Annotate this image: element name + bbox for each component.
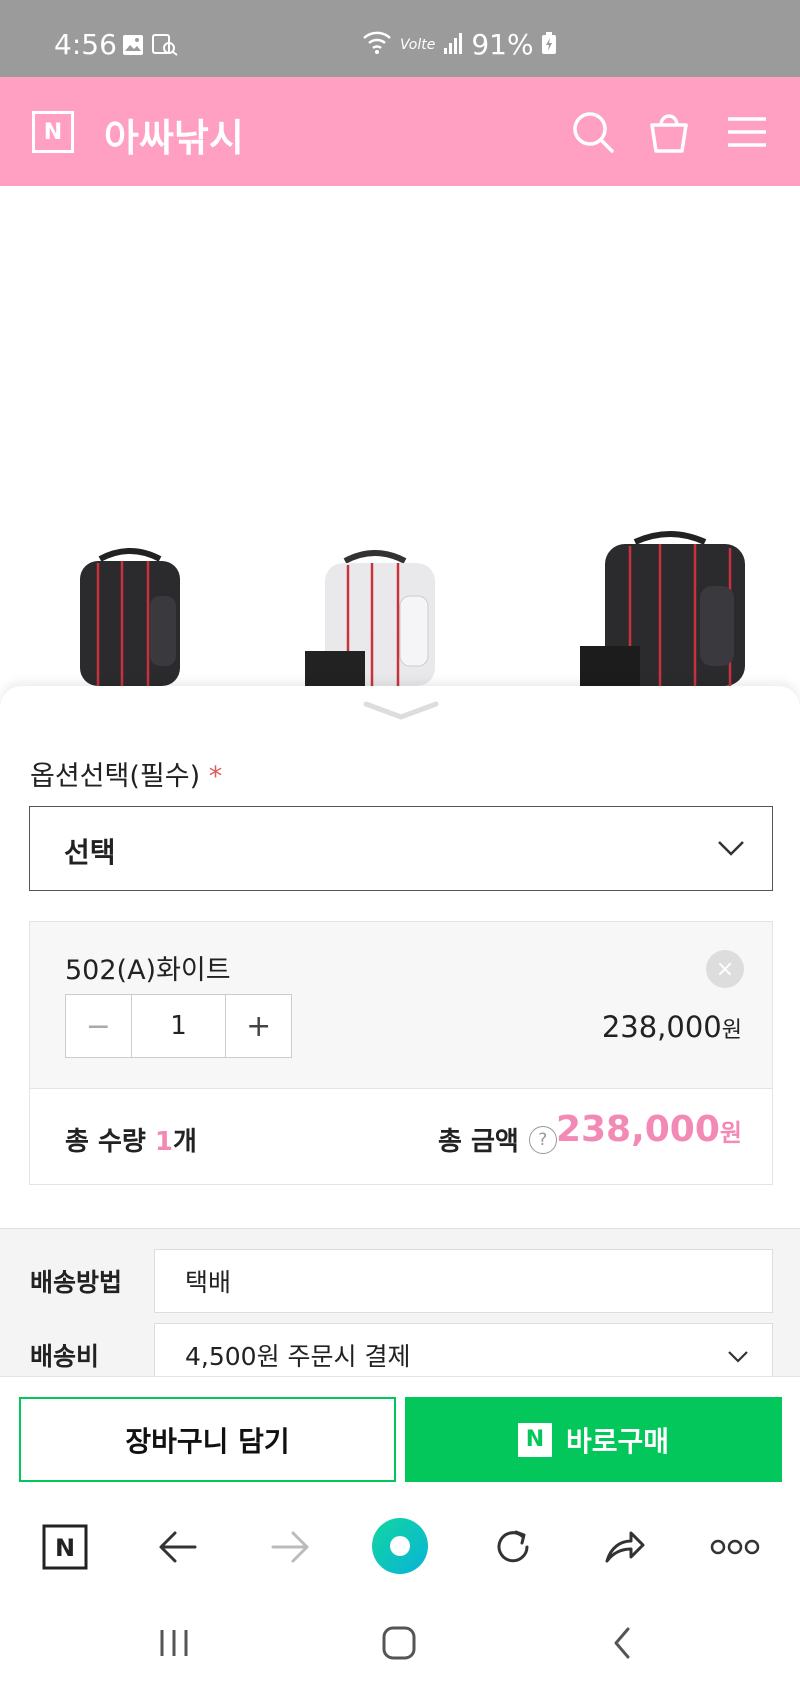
- share-icon[interactable]: [600, 1522, 650, 1572]
- quantity-value[interactable]: 1: [132, 995, 226, 1057]
- option-select-value: 선택: [64, 836, 116, 869]
- selected-item: 502(A)화이트 × − 1 + 238,000원: [29, 921, 773, 1089]
- shipping-method-value: 택배: [185, 1268, 232, 1297]
- help-icon[interactable]: ?: [528, 1125, 557, 1154]
- remove-item-button[interactable]: ×: [706, 950, 744, 988]
- chevron-down-icon[interactable]: [362, 698, 440, 726]
- shipping-method-field: 택배: [154, 1249, 773, 1313]
- quantity-minus-button[interactable]: −: [66, 995, 132, 1057]
- status-right-group: Volte 91%: [362, 28, 556, 61]
- naver-logo[interactable]: N: [32, 111, 74, 153]
- forward-arrow-icon[interactable]: [265, 1522, 315, 1572]
- recent-apps-icon[interactable]: [152, 1621, 196, 1665]
- browser-toolbar: N: [0, 1496, 800, 1599]
- total-quantity: 총 수량 1개: [65, 1121, 197, 1158]
- total-quantity-value: 1: [154, 1127, 173, 1157]
- chevron-down-icon: [726, 1344, 750, 1374]
- nav-back-icon[interactable]: [600, 1621, 644, 1665]
- buy-now-button[interactable]: N 바로구매: [405, 1397, 782, 1482]
- menu-icon[interactable]: [724, 109, 770, 155]
- search-icon[interactable]: [570, 109, 616, 155]
- selected-item-name: 502(A)화이트: [65, 955, 231, 986]
- product-bag-black-right: [580, 531, 745, 686]
- more-icon[interactable]: [710, 1522, 760, 1572]
- item-price-currency: 원: [721, 1018, 742, 1043]
- quantity-stepper: − 1 +: [65, 994, 292, 1058]
- option-label: 옵션선택(필수) *: [30, 754, 222, 793]
- naver-pay-badge: N: [517, 1422, 552, 1457]
- wifi-icon: [362, 28, 392, 61]
- volte-label: Volte: [400, 36, 436, 53]
- purchase-action-bar: 장바구니 담기 N 바로구매: [0, 1376, 800, 1496]
- total-amount-label: 총 금액: [438, 1127, 519, 1157]
- battery-charging-icon: [541, 28, 556, 61]
- option-select[interactable]: 선택: [29, 806, 773, 891]
- signal-icon: [443, 28, 463, 61]
- shipping-section: 배송방법 택배 배송비 4,500원 주문시 결제: [0, 1228, 800, 1387]
- add-to-cart-button[interactable]: 장바구니 담기: [19, 1397, 396, 1482]
- status-notification-icons: [122, 34, 178, 60]
- refresh-icon[interactable]: [488, 1522, 538, 1572]
- total-amount-currency: 원: [719, 1119, 742, 1147]
- back-arrow-icon[interactable]: [153, 1522, 203, 1572]
- total-amount-label-group: 총 금액 ?: [438, 1121, 557, 1158]
- green-dot-icon[interactable]: [370, 1516, 430, 1576]
- home-icon[interactable]: [377, 1621, 421, 1665]
- item-price-value: 238,000: [601, 1010, 722, 1044]
- required-mark: *: [208, 761, 223, 792]
- android-navigation-bar: [0, 1599, 800, 1689]
- store-header: N 아싸낚시: [0, 77, 800, 186]
- buy-now-label: 바로구매: [565, 1424, 670, 1458]
- product-bag-black-left: [80, 548, 180, 686]
- total-amount-value: 238,000: [555, 1109, 720, 1150]
- home-letter: N: [55, 1534, 75, 1562]
- total-amount: 238,000원: [556, 1109, 742, 1150]
- shipping-method-label: 배송방법: [30, 1268, 123, 1297]
- store-name[interactable]: 아싸낚시: [104, 107, 244, 162]
- options-sheet: 옵션선택(필수) * 선택 502(A)화이트 × − 1 + 238,000원…: [0, 686, 800, 1387]
- shipping-fee-value: 4,500원 주문시 결제: [185, 1342, 411, 1371]
- product-image[interactable]: [0, 186, 800, 686]
- status-bar: 4:56 Volte 91%: [0, 0, 800, 77]
- shopping-bag-icon[interactable]: [646, 109, 692, 155]
- total-quantity-label: 총 수량: [65, 1127, 146, 1157]
- naver-home-button[interactable]: N: [40, 1522, 90, 1572]
- total-quantity-unit: 개: [172, 1127, 197, 1157]
- chevron-down-icon: [716, 833, 746, 867]
- quantity-plus-button[interactable]: +: [225, 995, 291, 1057]
- shipping-fee-label: 배송비: [30, 1342, 100, 1371]
- totals-row: 총 수량 1개 총 금액 ? 238,000원: [29, 1089, 773, 1185]
- screenshot-search-icon: [152, 34, 178, 60]
- option-label-text: 옵션선택(필수): [30, 761, 201, 792]
- gallery-icon: [122, 34, 144, 60]
- battery-percent: 91%: [471, 28, 534, 61]
- item-price: 238,000원: [602, 1010, 742, 1044]
- status-time: 4:56: [54, 28, 117, 61]
- product-bag-white-center: [305, 550, 435, 686]
